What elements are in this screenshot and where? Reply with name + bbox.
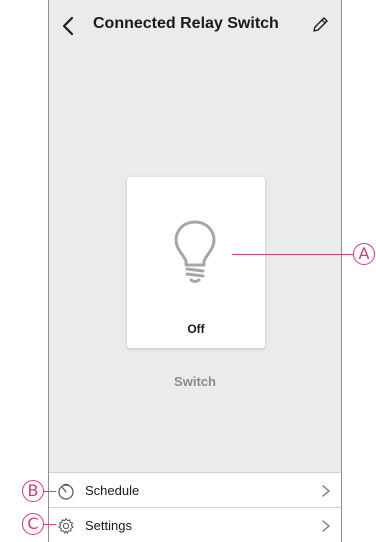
callout-a: A — [353, 243, 375, 265]
menu-item-label: Settings — [85, 518, 132, 533]
timer-icon — [58, 483, 74, 500]
chevron-right-icon — [322, 485, 330, 497]
callout-c: C — [22, 513, 44, 535]
device-menu: Schedule Settings — [49, 472, 341, 542]
page-title: Connected Relay Switch — [93, 15, 279, 32]
lightbulb-icon — [174, 220, 216, 283]
gear-icon — [58, 518, 74, 534]
menu-item-label: Schedule — [85, 483, 140, 498]
screenshot-stage: Connected Relay Switch Off Switch Schedu… — [0, 0, 376, 542]
chevron-right-icon — [322, 520, 330, 532]
callout-c-line — [44, 524, 56, 525]
header-bar: Connected Relay Switch — [49, 0, 341, 52]
callout-b-line — [44, 491, 56, 492]
callout-b: B — [22, 480, 44, 502]
back-icon[interactable] — [58, 13, 80, 39]
menu-item-schedule[interactable]: Schedule — [49, 472, 341, 507]
switch-card[interactable]: Off — [127, 177, 265, 348]
menu-item-settings[interactable]: Settings — [49, 507, 341, 542]
device-label: Switch — [174, 374, 216, 389]
switch-state: Off — [187, 322, 205, 336]
app-screen: Connected Relay Switch Off Switch Schedu… — [48, 0, 342, 542]
callout-a-line — [232, 254, 354, 255]
pencil-icon[interactable] — [309, 14, 331, 36]
